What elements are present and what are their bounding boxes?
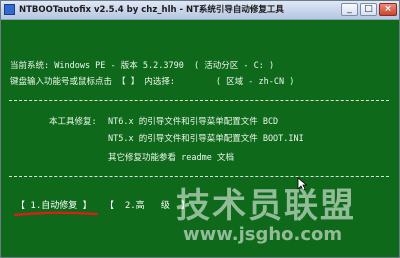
repair-heading: 本工具修复: [49,117,97,127]
console-area: 当前系统: Windows PE - 版本 5.2.3790 ( 活动分区 - … [1,20,399,257]
app-window: NTBOOTautofix v2.5.4 by chz_hlh - NT系统引导… [0,0,400,258]
maximize-button[interactable]: □ [360,3,377,16]
window-title: NTBOOTautofix v2.5.4 by chz_hlh - NT系统引导… [19,5,284,15]
app-icon [4,4,15,15]
divider-bottom [9,176,389,177]
close-button[interactable]: × [379,3,397,16]
system-info-line: 当前系统: Windows PE - 版本 5.2.3790 ( 活动分区 - … [10,61,275,71]
red-underline-annotation [13,211,99,217]
divider-top [9,100,389,101]
mouse-cursor-icon [297,177,307,191]
repair-other-line: 其它修复功能参看 readme 文档 [108,153,234,163]
minimize-button[interactable]: _ [341,3,358,16]
prompt-line: 键盘输入功能号或鼠标点击 【 】 内选择: ( 区域 - zh-CN ) [10,77,295,87]
advanced-button[interactable]: 【 2.高 级 】 [105,198,190,211]
repair-nt6-line: NT6.x 的引导文件和引导菜单配置文件 BCD [108,117,279,127]
title-bar[interactable]: NTBOOTautofix v2.5.4 by chz_hlh - NT系统引导… [1,1,399,20]
repair-nt5-line: NT5.x 的引导文件和引导菜单配置文件 BOOT.INI [108,134,304,144]
